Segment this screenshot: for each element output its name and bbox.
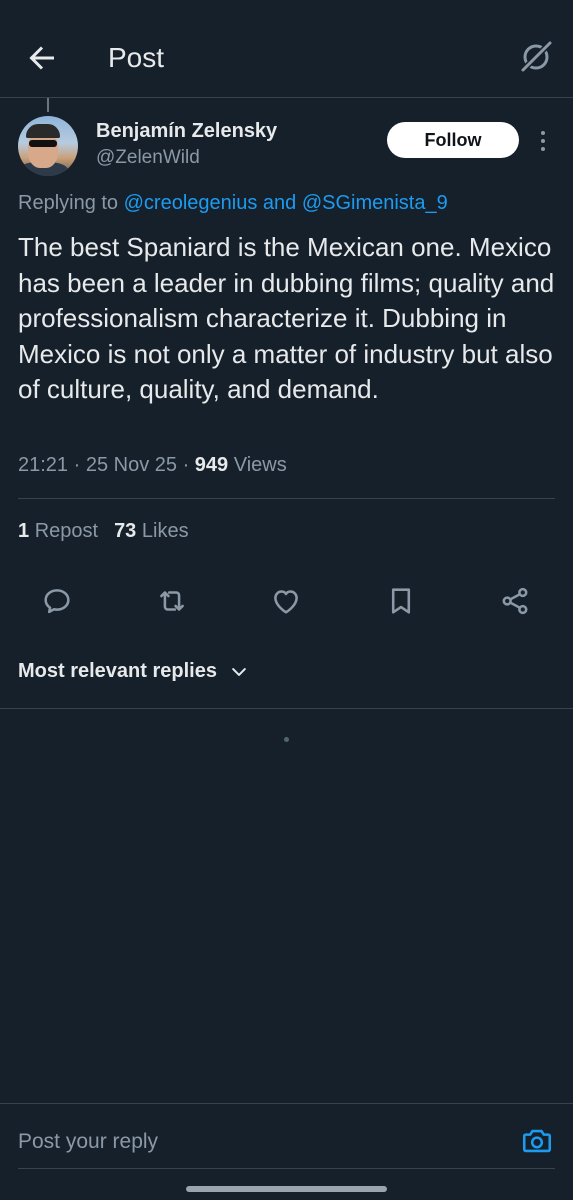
comment-icon xyxy=(44,589,70,614)
grok-button[interactable] xyxy=(517,38,555,76)
home-indicator[interactable] xyxy=(186,1186,387,1192)
loading-indicator xyxy=(284,737,289,742)
post-date: 25 Nov 25 xyxy=(85,454,178,476)
engagement-stats: 1 Repost 73 Likes xyxy=(18,520,189,543)
avatar[interactable] xyxy=(18,116,78,176)
chevron-down-icon xyxy=(232,667,246,676)
back-button[interactable] xyxy=(24,40,60,76)
reply-input[interactable] xyxy=(18,1124,498,1160)
arrow-left-icon xyxy=(29,46,54,70)
bookmark-button[interactable] xyxy=(384,584,418,618)
heart-icon xyxy=(274,590,298,614)
camera-button[interactable] xyxy=(520,1124,554,1158)
views-label[interactable]: Views xyxy=(234,454,287,476)
post-time: 21:21 xyxy=(18,454,69,476)
replies-sort-label: Most relevant replies xyxy=(18,660,217,682)
views-count: 949 xyxy=(194,454,229,476)
share-icon xyxy=(502,587,528,615)
replying-prefix: Replying to xyxy=(18,192,119,214)
reposts-stat[interactable]: 1 Repost xyxy=(18,520,98,542)
camera-icon xyxy=(522,1129,552,1153)
more-dot-icon xyxy=(541,131,545,135)
thread-connector-line xyxy=(47,98,49,112)
divider xyxy=(0,708,573,709)
repost-button[interactable] xyxy=(155,584,189,618)
meta-separator: · xyxy=(182,454,195,476)
likes-stat[interactable]: 73 Likes xyxy=(114,520,189,542)
more-options-button[interactable] xyxy=(534,128,552,154)
more-dot-icon xyxy=(541,139,545,143)
likes-count: 73 xyxy=(114,520,137,542)
bookmark-icon xyxy=(391,588,411,614)
reposts-count: 1 xyxy=(18,520,30,542)
post-detail-screen: Post Benjamín Zelensky @ZelenWild Follow… xyxy=(0,0,573,1200)
author-name[interactable]: Benjamín Zelensky xyxy=(96,120,277,143)
repost-icon xyxy=(160,591,184,611)
post-meta: 21:21 · 25 Nov 25 · 949 Views xyxy=(18,454,287,477)
composer-underline xyxy=(18,1168,555,1169)
follow-button[interactable]: Follow xyxy=(387,122,519,158)
likes-label: Likes xyxy=(141,520,189,542)
more-dot-icon xyxy=(541,147,545,151)
replying-to: Replying to @creolegenius and @SGimenist… xyxy=(18,192,448,215)
divider xyxy=(18,498,555,499)
avatar-cap xyxy=(26,124,60,138)
meta-separator: · xyxy=(73,454,86,476)
author-handle[interactable]: @ZelenWild xyxy=(96,147,200,169)
share-button[interactable] xyxy=(498,584,532,618)
page-title: Post xyxy=(108,42,165,73)
replying-mentions[interactable]: @creolegenius and @SGimenista_9 xyxy=(124,192,448,214)
top-app-bar: Post xyxy=(0,0,573,98)
reply-button[interactable] xyxy=(40,584,74,618)
post-text: The best Spaniard is the Mexican one. Me… xyxy=(18,232,555,404)
reposts-label: Repost xyxy=(34,520,99,542)
avatar-sunglasses xyxy=(29,140,57,147)
replies-sort-dropdown[interactable]: Most relevant replies xyxy=(18,660,249,683)
grok-icon xyxy=(519,39,554,74)
like-button[interactable] xyxy=(269,584,303,618)
